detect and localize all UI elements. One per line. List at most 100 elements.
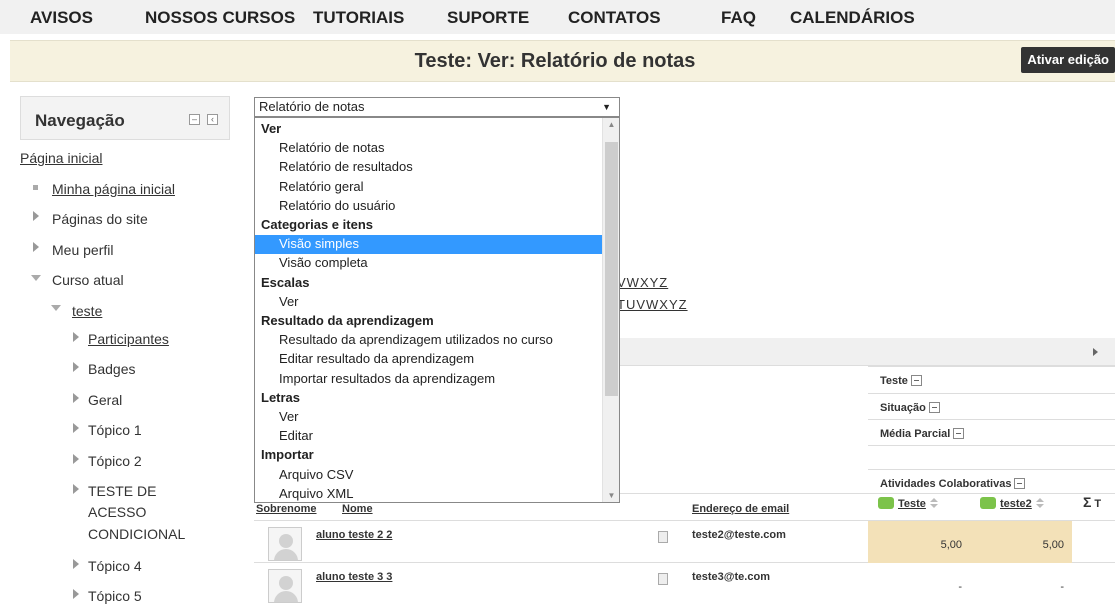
forum-icon	[980, 497, 996, 509]
expand-icon[interactable]	[73, 559, 79, 569]
nav-my-profile[interactable]: Meu perfil	[52, 242, 113, 258]
dropdown-option[interactable]: Relatório geral	[255, 178, 603, 197]
grade-cell[interactable]: 5,00	[970, 521, 1072, 563]
scroll-band	[620, 338, 1115, 366]
expand-icon[interactable]	[33, 242, 39, 252]
scroll-up-icon[interactable]: ▲	[603, 120, 619, 129]
navigation-title: Navegação	[35, 111, 125, 130]
course-total-column[interactable]: ΣT	[1083, 494, 1101, 516]
category-partial-average: Média Parcial	[868, 419, 1115, 445]
category-collaborative-label: Atividades Colaborativas	[880, 478, 1012, 490]
user-name-link[interactable]: aluno teste 3 3	[316, 571, 392, 583]
report-select[interactable]: Relatório de notas ▼	[254, 97, 620, 117]
collapse-category-icon[interactable]	[953, 428, 965, 439]
nav-topic-5[interactable]: Tópico 5	[88, 588, 142, 604]
dropdown-option[interactable]: Arquivo XML	[255, 485, 603, 502]
dropdown-option[interactable]: Visão simples	[255, 235, 603, 255]
dropdown-option[interactable]: Editar resultado da aprendizagem	[255, 350, 603, 369]
scroll-right-icon[interactable]	[1093, 348, 1098, 356]
course-total-label: T	[1094, 498, 1102, 510]
grade-column-teste-label[interactable]: Teste	[898, 498, 926, 510]
minimize-block-icon[interactable]: –	[189, 114, 200, 125]
nav-home-link[interactable]: Página inicial	[20, 150, 103, 166]
dropdown-option[interactable]: Resultado da aprendizagem utilizados no …	[255, 331, 603, 350]
scrollbar-thumb[interactable]	[605, 142, 618, 396]
expand-icon[interactable]	[73, 589, 79, 599]
turn-editing-on-button[interactable]: Ativar edição	[1021, 47, 1115, 73]
nav-avisos[interactable]: AVISOS	[30, 8, 93, 28]
dropdown-option[interactable]: Arquivo CSV	[255, 466, 603, 485]
grade-cell[interactable]: -	[868, 563, 970, 604]
expand-icon[interactable]	[73, 362, 79, 372]
collapse-category-icon[interactable]	[1014, 478, 1026, 489]
nav-course-teste[interactable]: teste	[72, 303, 102, 319]
user-report-icon[interactable]	[658, 573, 668, 585]
dropdown-group-label: Importar	[261, 447, 314, 463]
sort-surname-link[interactable]: Sobrenome	[256, 503, 317, 515]
dropdown-scrollbar[interactable]: ▲ ▼	[602, 118, 619, 502]
collapse-icon[interactable]	[31, 275, 41, 281]
avatar[interactable]	[268, 527, 302, 561]
expand-icon[interactable]	[33, 211, 39, 221]
nav-participants[interactable]: Participantes	[88, 331, 169, 347]
sort-icon[interactable]	[1035, 498, 1044, 508]
nav-conditional-line1[interactable]: TESTE DE	[88, 483, 156, 499]
dropdown-option[interactable]: Ver	[255, 293, 603, 312]
forum-icon	[878, 497, 894, 509]
nav-my-home-link[interactable]: Minha página inicial	[52, 181, 175, 197]
page: AVISOS NOSSOS CURSOS TUTORIAIS SUPORTE C…	[0, 0, 1115, 604]
expand-icon[interactable]	[73, 332, 79, 342]
letter-filter-surname[interactable]: TUVWXYZ	[617, 297, 688, 312]
nav-site-pages[interactable]: Páginas do site	[52, 211, 148, 227]
nav-topic-2[interactable]: Tópico 2	[88, 453, 142, 469]
sort-name-link[interactable]: Nome	[342, 503, 373, 515]
nav-badges[interactable]: Badges	[88, 361, 135, 377]
nav-conditional-line3[interactable]: CONDICIONAL	[88, 526, 185, 542]
dropdown-option[interactable]: Relatório de notas	[255, 139, 603, 158]
page-title: Teste: Ver: Relatório de notas	[414, 50, 696, 72]
nav-topic-4[interactable]: Tópico 4	[88, 558, 142, 574]
sort-email-link[interactable]: Endereço de email	[692, 503, 789, 515]
dropdown-group-label: Escalas	[261, 274, 310, 290]
collapse-icon[interactable]	[51, 305, 61, 311]
nav-conditional-line2[interactable]: ACESSO	[88, 504, 146, 520]
category-collaborative: Atividades Colaborativas	[868, 469, 1115, 493]
grade-column-teste2[interactable]: teste2	[980, 497, 1044, 519]
grade-column-teste2-label[interactable]: teste2	[1000, 498, 1032, 510]
nav-suporte[interactable]: SUPORTE	[447, 8, 529, 28]
user-name-link[interactable]: aluno teste 2 2	[316, 529, 392, 541]
expand-icon[interactable]	[73, 484, 79, 494]
nav-calendarios[interactable]: CALENDÁRIOS	[790, 8, 915, 28]
nav-tutoriais[interactable]: TUTORIAIS	[313, 8, 404, 28]
nav-general[interactable]: Geral	[88, 392, 122, 408]
letter-filter-firstname[interactable]: VWXYZ	[617, 275, 668, 290]
dropdown-option[interactable]: Relatório de resultados	[255, 158, 603, 177]
nav-current-course[interactable]: Curso atual	[52, 272, 124, 288]
dropdown-option[interactable]: Ver	[255, 408, 603, 427]
expand-icon[interactable]	[73, 454, 79, 464]
grade-column-teste[interactable]: Teste	[878, 497, 938, 519]
nav-nossos-cursos[interactable]: NOSSOS CURSOS	[145, 8, 295, 28]
collapse-category-icon[interactable]	[910, 375, 922, 386]
dropdown-arrow-icon[interactable]: ▼	[602, 98, 611, 116]
dropdown-option[interactable]: Visão completa	[255, 254, 603, 273]
avatar[interactable]	[268, 569, 302, 603]
collapse-category-icon[interactable]	[928, 402, 940, 413]
expand-icon[interactable]	[73, 393, 79, 403]
nav-faq[interactable]: FAQ	[721, 8, 756, 28]
grade-cell[interactable]: 5,00	[868, 521, 970, 563]
nav-topic-1[interactable]: Tópico 1	[88, 422, 142, 438]
dropdown-option[interactable]: Relatório do usuário	[255, 197, 603, 216]
user-email: teste3@te.com	[692, 571, 770, 583]
dropdown-option[interactable]: Importar resultados da aprendizagem	[255, 370, 603, 389]
report-select-dropdown: Ver Relatório de notas Relatório de result…	[254, 117, 620, 503]
dock-block-icon[interactable]: ‹	[207, 114, 218, 125]
scroll-down-icon[interactable]: ▼	[603, 491, 619, 500]
expand-icon[interactable]	[73, 423, 79, 433]
sort-icon[interactable]	[929, 498, 938, 508]
dropdown-option[interactable]: Editar	[255, 427, 603, 446]
user-report-icon[interactable]	[658, 531, 668, 543]
grade-cell[interactable]: -	[970, 563, 1072, 604]
user-email: teste2@teste.com	[692, 529, 786, 541]
nav-contatos[interactable]: CONTATOS	[568, 8, 661, 28]
